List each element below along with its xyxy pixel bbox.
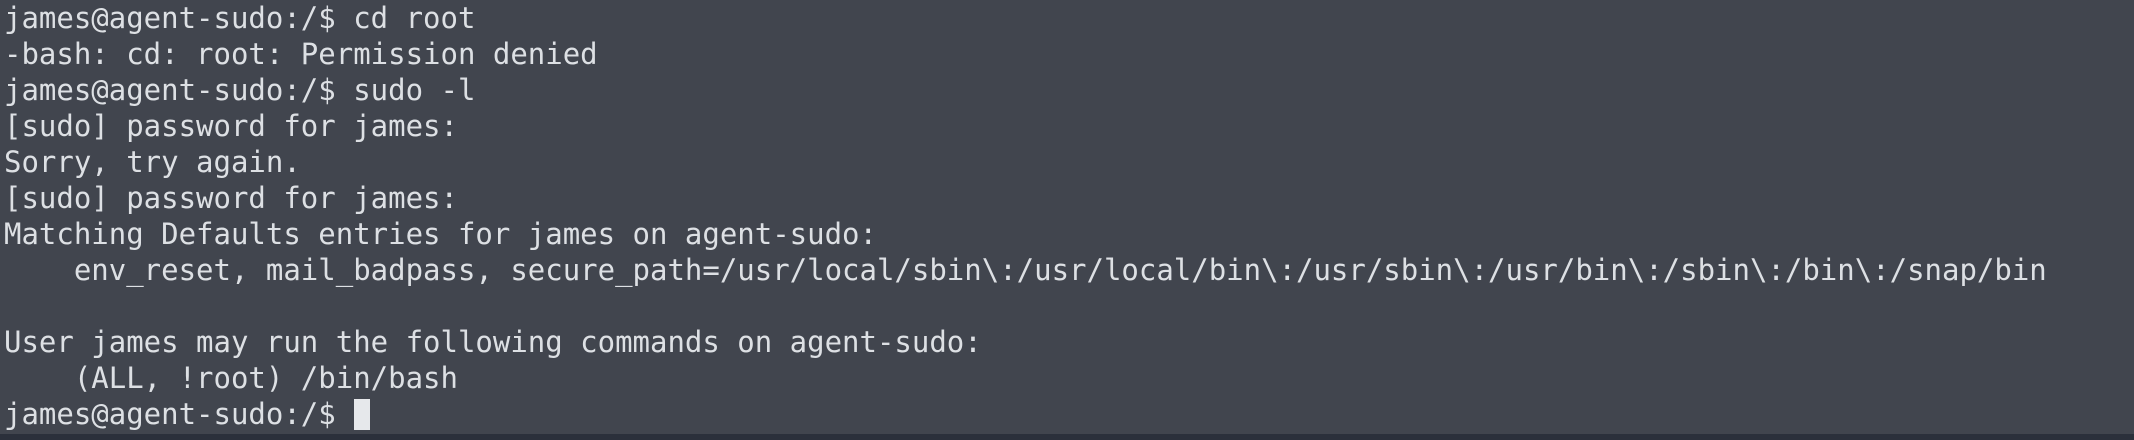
terminal-line: Sorry, try again. — [4, 145, 301, 179]
terminal-line: User james may run the following command… — [4, 325, 982, 359]
terminal-output: james@agent-sudo:/$ cd root -bash: cd: r… — [4, 0, 2047, 432]
terminal-prompt: james@agent-sudo:/$ — [4, 397, 354, 431]
terminal-prompt-line[interactable]: james@agent-sudo:/$ — [4, 396, 2047, 432]
terminal-line: james@agent-sudo:/$ sudo -l — [4, 73, 476, 107]
terminal-line: env_reset, mail_badpass, secure_path=/us… — [4, 253, 2047, 287]
terminal-line: [sudo] password for james: — [4, 109, 458, 143]
terminal-line: Matching Defaults entries for james on a… — [4, 217, 877, 251]
terminal-line: -bash: cd: root: Permission denied — [4, 37, 598, 71]
terminal-line: (ALL, !root) /bin/bash — [4, 361, 458, 395]
terminal-line: james@agent-sudo:/$ cd root — [4, 1, 476, 35]
terminal-window[interactable]: james@agent-sudo:/$ cd root -bash: cd: r… — [0, 0, 2134, 440]
terminal-cursor — [354, 399, 371, 430]
terminal-line: [sudo] password for james: — [4, 181, 458, 215]
